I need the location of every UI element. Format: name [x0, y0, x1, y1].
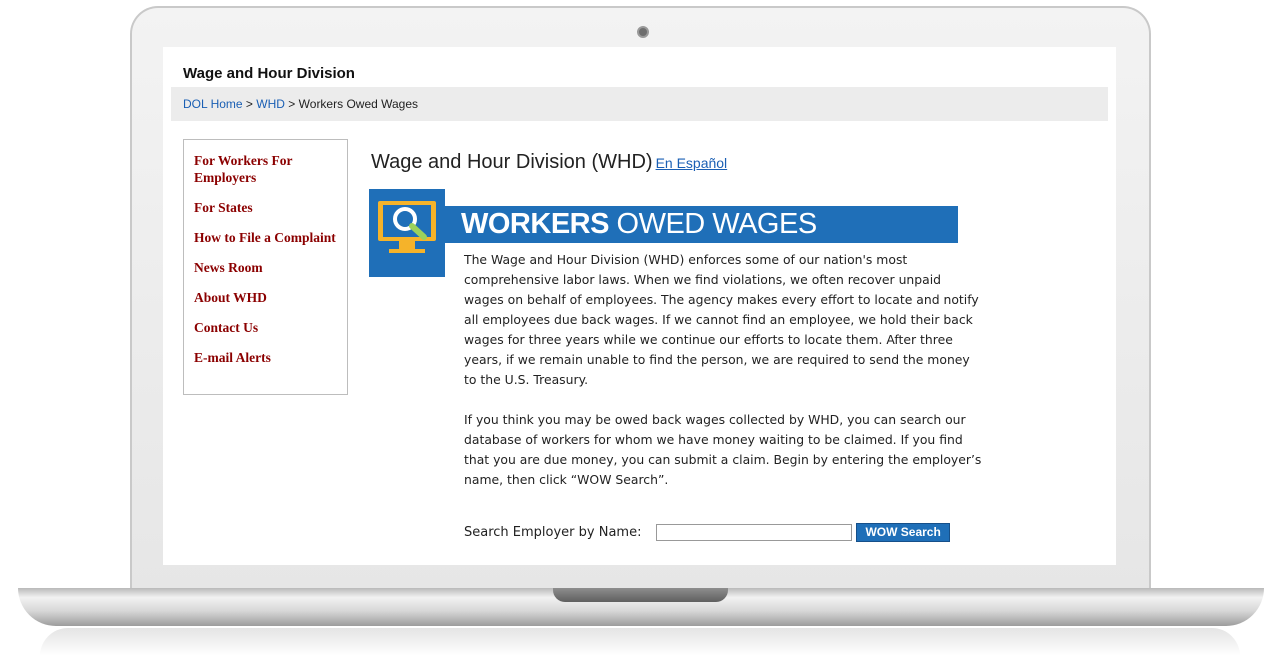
- webcam: [637, 26, 649, 38]
- search-label: Search Employer by Name:: [464, 524, 642, 540]
- sidebar-nav: For Workers For Employers For States How…: [183, 139, 348, 395]
- laptop-reflection: [40, 628, 1240, 656]
- breadcrumb-whd[interactable]: WHD: [256, 97, 285, 111]
- breadcrumb-separator: >: [288, 97, 296, 111]
- intro-text: The Wage and Hour Division (WHD) enforce…: [464, 250, 982, 510]
- page-title: Wage and Hour Division (WHD): [371, 151, 653, 173]
- intro-paragraph: The Wage and Hour Division (WHD) enforce…: [464, 252, 979, 387]
- sidebar-item-email-alerts[interactable]: E-mail Alerts: [194, 349, 337, 366]
- breadcrumb-dol-home[interactable]: DOL Home: [183, 97, 243, 111]
- page-heading: Wage and Hour Division (WHD) En Español: [371, 151, 727, 174]
- banner-bold-text: WORKERS: [461, 208, 609, 240]
- workers-owed-wages-banner: WORKERS OWED WAGES: [445, 206, 958, 243]
- employer-search-form: Search Employer by Name: WOW Search: [464, 521, 950, 543]
- sidebar-item-for-workers-for-employers[interactable]: For Workers For Employers: [194, 152, 337, 186]
- site-title: Wage and Hour Division: [183, 65, 355, 82]
- breadcrumb-current: Workers Owed Wages: [298, 97, 419, 111]
- banner-light-text: OWED WAGES: [616, 208, 818, 240]
- instructions-paragraph: If you think you may be owed back wages …: [464, 412, 982, 487]
- sidebar-item-contact-us[interactable]: Contact Us: [194, 319, 337, 336]
- search-monitor-icon: [369, 189, 445, 277]
- laptop-notch: [553, 588, 728, 602]
- sidebar-item-for-states[interactable]: For States: [194, 199, 337, 216]
- browser-screen: Wage and Hour Division DOL Home > WHD > …: [163, 47, 1116, 565]
- sidebar-item-news-room[interactable]: News Room: [194, 259, 337, 276]
- wow-search-button[interactable]: WOW Search: [856, 522, 950, 542]
- employer-name-input[interactable]: [656, 523, 853, 541]
- sidebar-item-how-to-file-complaint[interactable]: How to File a Complaint: [194, 229, 337, 246]
- breadcrumb: DOL Home > WHD > Workers Owed Wages: [171, 87, 1108, 121]
- sidebar-item-about-whd[interactable]: About WHD: [194, 289, 337, 306]
- breadcrumb-separator: >: [245, 97, 253, 111]
- spanish-link[interactable]: En Español: [656, 155, 728, 171]
